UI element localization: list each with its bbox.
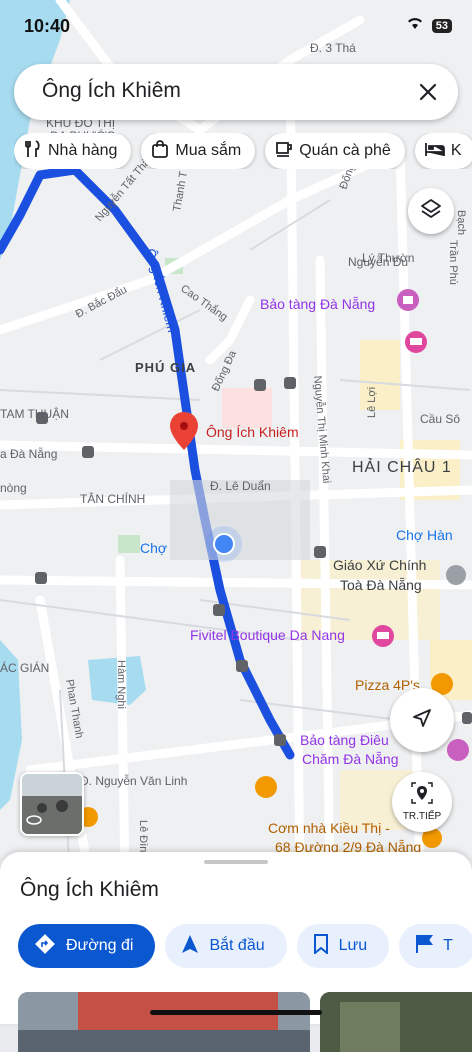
fork-knife-icon xyxy=(24,139,42,163)
place-sheet[interactable]: Ông Ích Khiêm Đường đi Bắt đầu Lưu T xyxy=(0,852,472,1052)
chip-shopping[interactable]: Mua sắm xyxy=(141,133,256,169)
place-title: Ông Ích Khiêm xyxy=(20,878,159,901)
battery-icon: 53 xyxy=(431,18,452,33)
next-button-label: TR.TIẾP xyxy=(402,811,442,822)
map-label: TAM THUẬN xyxy=(0,406,69,421)
hotel-poi-icon[interactable] xyxy=(405,331,427,353)
status-bar: 10:40 53 xyxy=(0,0,472,56)
map-label: Bạch xyxy=(455,210,467,235)
fivitel-label[interactable]: Fivitel Boutique Da Nang xyxy=(190,627,345,643)
recenter-button[interactable] xyxy=(390,688,454,752)
chip-hotels[interactable]: K xyxy=(414,133,472,169)
current-location-dot xyxy=(206,526,242,562)
map-label: Cầu Sô xyxy=(420,412,460,426)
museum-poi-icon[interactable] xyxy=(397,289,419,311)
next-button[interactable]: TR.TIẾP xyxy=(392,772,452,832)
location-scan-icon xyxy=(411,782,433,809)
chip-label: Nhà hàng xyxy=(48,142,118,159)
more-action-label: T xyxy=(443,937,453,954)
flag-icon xyxy=(415,934,434,959)
photo-strip xyxy=(18,992,472,1052)
map-label: Lê Lợi xyxy=(366,387,378,418)
map-label: a Đà Nẵng xyxy=(0,446,57,461)
bed-icon xyxy=(424,141,445,162)
map-label: Nguyễn Du xyxy=(348,254,408,269)
map-label: TÂN CHÍNH xyxy=(80,491,145,506)
place-photo[interactable] xyxy=(18,992,310,1052)
directions-label: Đường đi xyxy=(66,937,134,954)
more-action-button[interactable]: T xyxy=(399,924,472,968)
map-label: HẢI CHÂU 1 xyxy=(352,457,452,476)
map-label: nòng xyxy=(0,481,27,495)
hotel-poi-icon-2[interactable] xyxy=(372,625,394,647)
map-label: Trần Phú xyxy=(447,240,459,285)
directions-icon xyxy=(34,933,56,960)
map-label: ÁC GIÁN xyxy=(0,660,49,675)
museum-poi-icon-2[interactable] xyxy=(447,739,469,761)
directions-button[interactable]: Đường đi xyxy=(18,924,156,968)
search-bar[interactable]: Ông Ích Khiêm xyxy=(14,64,458,120)
layers-icon xyxy=(420,198,442,225)
church-label[interactable]: Giáo Xứ Chính xyxy=(333,557,426,573)
church-label-2[interactable]: Toà Đà Nẵng xyxy=(340,577,422,593)
chip-label: K xyxy=(450,142,462,159)
restaurant-label[interactable]: Cơm nhà Kiều Thị - xyxy=(268,820,390,836)
museum-label[interactable]: Bảo tàng Đà Nẵng xyxy=(260,296,375,312)
place-photo-2[interactable] xyxy=(320,992,472,1052)
map-label: Đ. Nguyễn Văn Linh xyxy=(80,773,187,788)
start-label: Bắt đầu xyxy=(209,937,265,954)
street-view-thumbnail[interactable] xyxy=(20,772,84,836)
chip-coffee[interactable]: Quán cà phê xyxy=(265,133,405,169)
map-label: Chợ Hàn xyxy=(396,527,453,543)
dieu-khac-label-2[interactable]: Chăm Đà Nẵng xyxy=(302,751,399,767)
search-input[interactable]: Ông Ích Khiêm xyxy=(42,79,181,103)
layers-button[interactable] xyxy=(408,188,454,234)
save-button[interactable]: Lưu xyxy=(296,924,390,968)
category-chips: Nhà hàng Mua sắm Quán cà phê K xyxy=(14,133,472,169)
map-canvas[interactable]: KHU ĐÔ THỊ ĐA PHƯỚC Đ. 3 Thá PHÚ GIA HẢI… xyxy=(0,0,472,880)
church-poi-icon[interactable] xyxy=(446,565,466,585)
dieu-khac-label[interactable]: Bảo tàng Điêu xyxy=(300,732,389,748)
save-label: Lưu xyxy=(338,937,368,954)
start-button[interactable]: Bắt đầu xyxy=(165,924,287,968)
shopping-bag-icon xyxy=(151,139,169,163)
map-label: Chợ xyxy=(140,540,167,556)
wifi-icon xyxy=(406,16,424,35)
sheet-drag-handle[interactable] xyxy=(204,860,268,864)
map-label: Đ. Lê Duẩn xyxy=(210,479,271,493)
close-icon[interactable] xyxy=(412,76,444,108)
chip-restaurants[interactable]: Nhà hàng xyxy=(14,133,132,169)
status-time: 10:40 xyxy=(24,16,71,36)
action-buttons: Đường đi Bắt đầu Lưu T xyxy=(18,924,472,968)
bookmark-icon xyxy=(313,933,329,959)
map-label: Hàm Nghi xyxy=(115,660,127,709)
pin-label[interactable]: Ông Ích Khiêm xyxy=(206,424,299,440)
chip-label: Quán cà phê xyxy=(299,142,391,159)
navigation-arrow-icon xyxy=(411,707,433,734)
home-indicator[interactable] xyxy=(150,1010,322,1015)
coffee-cup-icon xyxy=(275,140,293,163)
map-label: PHÚ GIA xyxy=(135,360,196,375)
navigation-arrow-icon xyxy=(181,934,199,959)
chip-label: Mua sắm xyxy=(175,142,242,159)
status-icons: 53 xyxy=(406,16,452,35)
rotate-360-icon xyxy=(26,812,42,830)
